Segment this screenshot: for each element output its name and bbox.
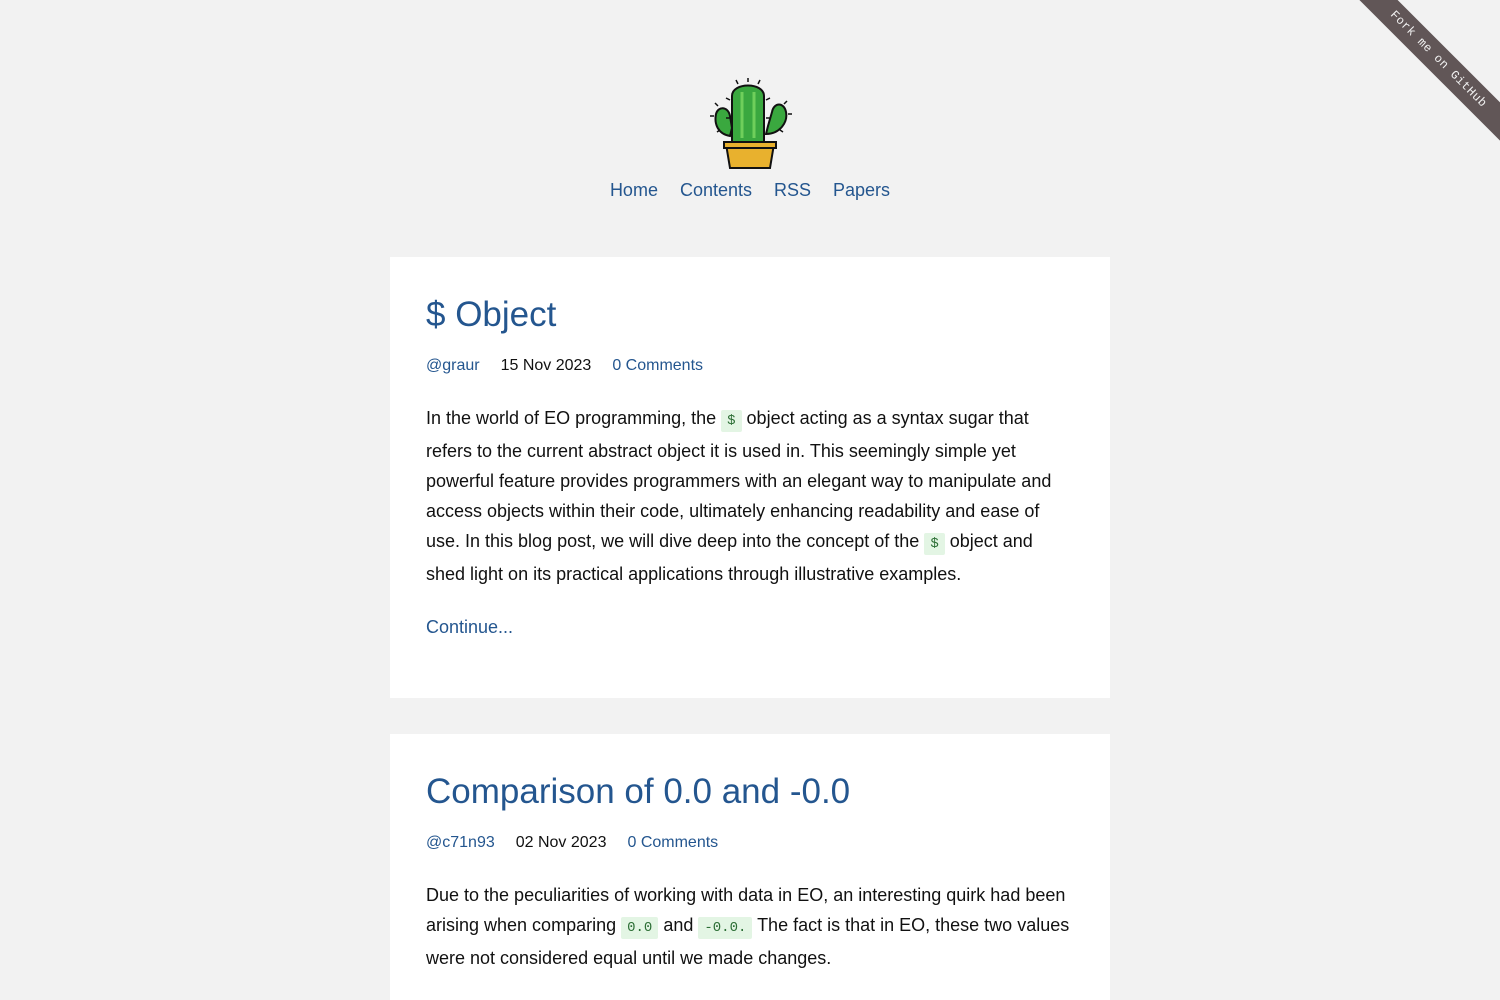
post-meta: @c71n93 02 Nov 2023 0 Comments [426, 834, 1074, 852]
post-comments-link[interactable]: 0 Comments [627, 834, 718, 852]
post-meta: @graur 15 Nov 2023 0 Comments [426, 357, 1074, 375]
excerpt-text: In the world of EO programming, the [426, 408, 722, 428]
cactus-logo-icon[interactable] [708, 78, 792, 170]
post-card: $ Object @graur 15 Nov 2023 0 Comments I… [390, 257, 1110, 698]
nav-rss-link[interactable]: RSS [774, 180, 811, 201]
inline-code: $ [924, 533, 945, 555]
post-date: 02 Nov 2023 [515, 834, 607, 851]
inline-code: -0.0. [698, 917, 753, 939]
post-author-link[interactable]: @c71n93 [426, 834, 495, 852]
continue-reading-link[interactable]: Continue... [426, 617, 513, 638]
nav-home-link[interactable]: Home [610, 180, 658, 201]
post-comments-link[interactable]: 0 Comments [612, 357, 703, 375]
post-author-link[interactable]: @graur [426, 357, 480, 375]
site-header: Home Contents RSS Papers [0, 78, 1500, 201]
post-excerpt: Due to the peculiarities of working with… [426, 880, 1074, 973]
post-card: Comparison of 0.0 and -0.0 @c71n93 02 No… [390, 734, 1110, 1000]
inline-code: 0.0 [621, 917, 659, 939]
post-date: 15 Nov 2023 [500, 357, 592, 374]
post-title-link[interactable]: $ Object [426, 295, 556, 334]
main-nav: Home Contents RSS Papers [0, 180, 1500, 201]
post-title-link[interactable]: Comparison of 0.0 and -0.0 [426, 772, 850, 811]
nav-contents-link[interactable]: Contents [680, 180, 752, 201]
nav-papers-link[interactable]: Papers [833, 180, 890, 201]
post-excerpt: In the world of EO programming, the $ ob… [426, 403, 1074, 589]
inline-code: $ [721, 410, 742, 432]
excerpt-text: and [658, 915, 699, 935]
